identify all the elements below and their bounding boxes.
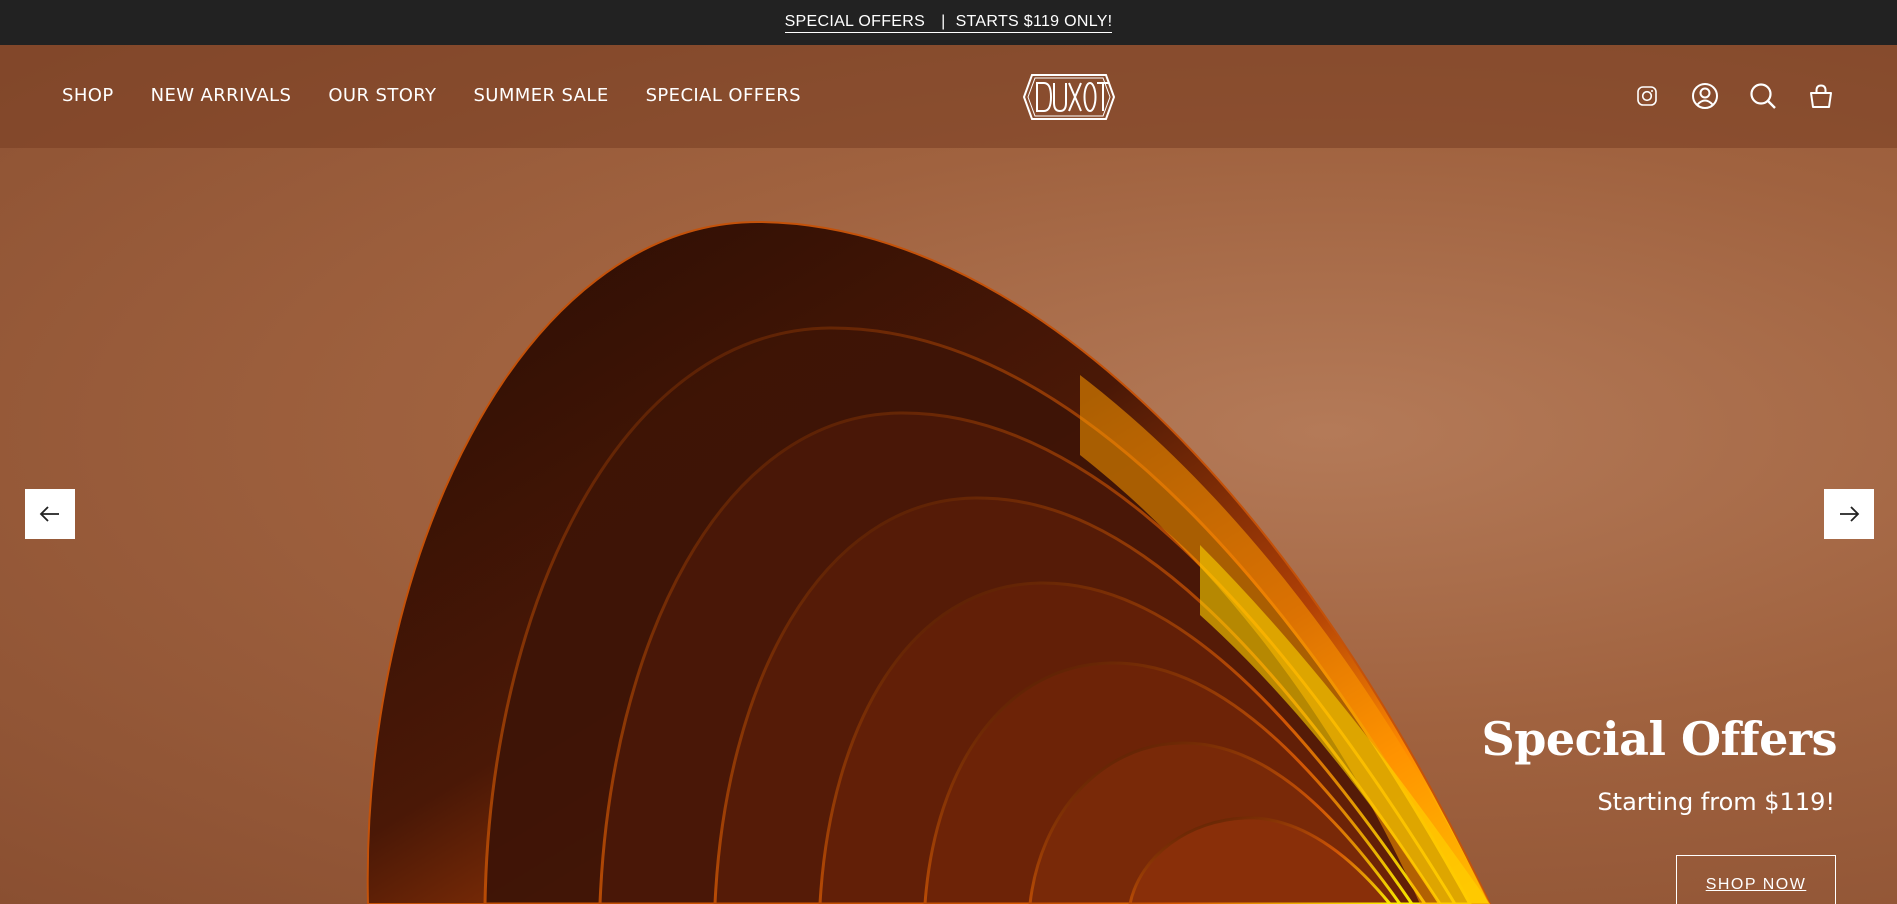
arrow-left-icon <box>39 506 59 522</box>
slide-next-button[interactable] <box>1824 489 1874 539</box>
announcement-link[interactable]: SPECIAL OFFERS | STARTS $119 ONLY! <box>784 12 1113 33</box>
main-nav: SHOP NEW ARRIVALS OUR STORY SUMMER SALE … <box>62 85 801 106</box>
slide-prev-button[interactable] <box>25 489 75 539</box>
cart-icon[interactable] <box>1807 82 1835 110</box>
account-icon[interactable] <box>1691 82 1719 110</box>
nav-special-offers[interactable]: SPECIAL OFFERS <box>646 85 801 106</box>
hero-title: Special Offers <box>1481 712 1838 766</box>
hero-caption: Special Offers Starting from $119! <box>1481 712 1838 816</box>
announcement-promo-text: STARTS $119 ONLY! <box>955 12 1113 30</box>
brand-logo[interactable] <box>1022 69 1116 125</box>
nav-our-story[interactable]: OUR STORY <box>328 85 436 106</box>
fan-layers <box>366 220 1492 904</box>
nav-new-arrivals[interactable]: NEW ARRIVALS <box>151 85 292 106</box>
instagram-icon[interactable] <box>1633 82 1661 110</box>
nav-summer-sale[interactable]: SUMMER SALE <box>473 85 608 106</box>
nav-shop[interactable]: SHOP <box>62 85 114 106</box>
shop-now-button[interactable]: SHOP NOW <box>1676 855 1836 904</box>
hero-subtitle: Starting from $119! <box>1597 788 1835 816</box>
site-header: SHOP NEW ARRIVALS OUR STORY SUMMER SALE … <box>0 45 1897 148</box>
arrow-right-icon <box>1840 506 1860 522</box>
header-icons <box>1633 82 1835 110</box>
logo-emblem-icon <box>1022 74 1116 120</box>
announcement-separator: | <box>941 12 946 30</box>
search-icon[interactable] <box>1749 82 1777 110</box>
announcement-bar: SPECIAL OFFERS | STARTS $119 ONLY! <box>0 0 1897 45</box>
announcement-link-text: SPECIAL OFFERS <box>784 12 926 30</box>
